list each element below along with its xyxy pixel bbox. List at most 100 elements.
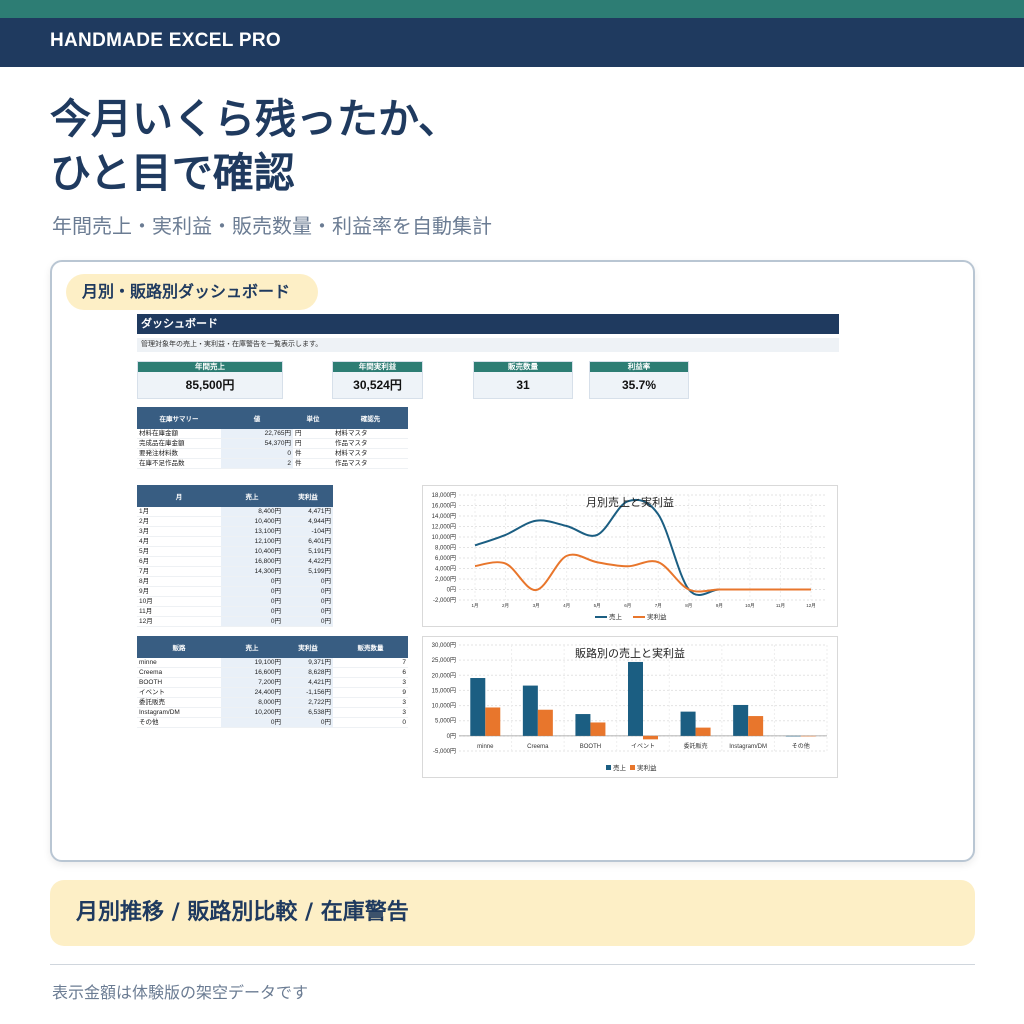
table-cell[interactable]: 作品マスタ xyxy=(333,458,408,469)
table-cell[interactable]: 0円 xyxy=(221,596,283,607)
table-cell[interactable]: 6 xyxy=(333,667,408,678)
table-cell[interactable]: Instagram/DM xyxy=(137,707,221,718)
table-cell[interactable]: 0円 xyxy=(221,717,283,728)
x-tick-label: 3月 xyxy=(533,603,540,609)
table-cell[interactable]: 10月 xyxy=(137,596,221,607)
table-cell[interactable]: 6,401円 xyxy=(283,536,333,547)
table-cell[interactable]: 9月 xyxy=(137,586,221,597)
kpi-annual-profit: 年間実利益 30,524円 xyxy=(332,361,423,399)
table-cell[interactable]: 8,628円 xyxy=(283,667,333,678)
table-cell[interactable]: 7 xyxy=(333,658,408,668)
table-cell[interactable]: 在庫不足作品数 xyxy=(137,458,221,469)
table-cell[interactable]: Creema xyxy=(137,667,221,678)
table-cell[interactable]: BOOTH xyxy=(137,677,221,688)
table-cell[interactable]: 16,600円 xyxy=(221,667,283,678)
y-tick-label: 20,000円 xyxy=(432,672,456,679)
monthly-line-chart-box: -2,000円 0円 2,000円 4,000円 6,000円 8,000円 10,000円… xyxy=(422,485,838,627)
table-cell[interactable]: 7,200円 xyxy=(221,677,283,688)
table-cell[interactable]: 0円 xyxy=(221,606,283,617)
table-cell[interactable]: 2,722円 xyxy=(283,697,333,708)
table-cell[interactable]: 委託販売 xyxy=(137,697,221,708)
table-cell[interactable]: 12,100円 xyxy=(221,536,283,547)
table-cell[interactable]: 円 xyxy=(293,438,333,449)
column-header: 売上 xyxy=(221,636,283,658)
table-cell[interactable]: 完成品在庫金額 xyxy=(137,438,221,449)
bar-sales xyxy=(628,661,643,736)
table-cell[interactable]: 0円 xyxy=(283,576,333,587)
y-tick-label: -5,000円 xyxy=(433,748,456,755)
y-tick-label: 2,000円 xyxy=(435,576,456,583)
table-cell[interactable]: 19,100円 xyxy=(221,658,283,668)
table-cell[interactable]: 6,538円 xyxy=(283,707,333,718)
table-cell[interactable]: 件 xyxy=(293,448,333,459)
column-header: 確認先 xyxy=(333,407,408,429)
table-cell[interactable]: 1月 xyxy=(137,507,221,517)
table-cell[interactable]: 2 xyxy=(221,458,293,469)
table-cell[interactable]: 0 xyxy=(221,448,293,459)
table-cell[interactable]: 要発注材料数 xyxy=(137,448,221,459)
table-cell[interactable]: 9 xyxy=(333,687,408,698)
table-cell[interactable]: 4,471円 xyxy=(283,507,333,517)
table-cell[interactable]: 6月 xyxy=(137,556,221,567)
table-cell[interactable]: 16,800円 xyxy=(221,556,283,567)
table-cell[interactable]: 8,000円 xyxy=(221,697,283,708)
table-cell[interactable]: 4月 xyxy=(137,536,221,547)
table-cell[interactable]: 54,370円 xyxy=(221,438,293,449)
table-cell[interactable]: 0円 xyxy=(283,586,333,597)
table-cell[interactable]: 4,421円 xyxy=(283,677,333,688)
x-tick-label: 8月 xyxy=(685,603,692,609)
table-cell[interactable]: 3月 xyxy=(137,526,221,537)
table-cell[interactable]: 0円 xyxy=(283,596,333,607)
table-cell[interactable]: 3 xyxy=(333,677,408,688)
table-row: BOOTH 7,200円 4,421円 3 xyxy=(137,677,408,688)
table-row: 5月 10,400円 5,191円 xyxy=(137,546,333,557)
monthly-line-chart: -2,000円 0円 2,000円 4,000円 6,000円 8,000円 10,000円… xyxy=(432,492,827,621)
table-cell[interactable]: 2月 xyxy=(137,516,221,527)
table-cell[interactable]: 5月 xyxy=(137,546,221,557)
table-cell[interactable]: 0円 xyxy=(283,616,333,627)
bar-sales xyxy=(785,735,801,737)
table-cell[interactable]: 8月 xyxy=(137,576,221,587)
column-header: 販路 xyxy=(137,636,221,658)
table-cell[interactable]: 7月 xyxy=(137,566,221,577)
table-cell[interactable]: その他 xyxy=(137,717,221,728)
table-cell[interactable]: 件 xyxy=(293,458,333,469)
table-cell[interactable]: 3 xyxy=(333,697,408,708)
table-cell[interactable]: 0円 xyxy=(221,616,283,627)
table-cell[interactable]: 14,300円 xyxy=(221,566,283,577)
table-cell[interactable]: 0円 xyxy=(283,717,333,728)
table-cell[interactable]: 9,371円 xyxy=(283,658,333,668)
table-cell[interactable]: 作品マスタ xyxy=(333,438,408,449)
table-cell[interactable]: 0円 xyxy=(283,606,333,617)
table-cell[interactable]: 0円 xyxy=(221,576,283,587)
table-cell[interactable]: 円 xyxy=(293,429,333,439)
table-cell[interactable]: 0 xyxy=(333,717,408,728)
table-cell[interactable]: 0円 xyxy=(221,586,283,597)
table-cell[interactable]: 10,400円 xyxy=(221,546,283,557)
table-cell[interactable]: 13,100円 xyxy=(221,526,283,537)
table-cell[interactable]: minne xyxy=(137,658,221,668)
table-cell[interactable]: -104円 xyxy=(283,526,333,537)
table-cell[interactable]: 8,400円 xyxy=(221,507,283,517)
table-cell[interactable]: 12月 xyxy=(137,616,221,627)
table-cell[interactable]: イベント xyxy=(137,687,221,698)
kpi-sales-count: 販売数量 31 xyxy=(473,361,573,399)
table-cell[interactable]: 材料マスタ xyxy=(333,448,408,459)
y-tick-label: 15,000円 xyxy=(432,687,456,694)
table-cell[interactable]: 4,422円 xyxy=(283,556,333,567)
table-cell[interactable]: 10,400円 xyxy=(221,516,283,527)
inventory-summary-table: 在庫サマリー 値 単位 確認先 材料在庫金額 22,765円円材料マスタ 完成品在庫… xyxy=(137,407,408,469)
table-cell[interactable]: 3 xyxy=(333,707,408,718)
table-cell[interactable]: 材料マスタ xyxy=(333,429,408,439)
table-cell[interactable]: 5,199円 xyxy=(283,566,333,577)
table-cell[interactable]: 材料在庫金額 xyxy=(137,429,221,439)
table-cell[interactable]: 22,765円 xyxy=(221,429,293,439)
bar-profit xyxy=(590,722,606,736)
table-cell[interactable]: 4,944円 xyxy=(283,516,333,527)
table-cell[interactable]: -1,156円 xyxy=(283,687,333,698)
table-cell[interactable]: 24,400円 xyxy=(221,687,283,698)
table-cell[interactable]: 5,191円 xyxy=(283,546,333,557)
table-cell[interactable]: 11月 xyxy=(137,606,221,617)
table-cell[interactable]: 10,200円 xyxy=(221,707,283,718)
legend-label: 実利益 xyxy=(637,763,657,772)
